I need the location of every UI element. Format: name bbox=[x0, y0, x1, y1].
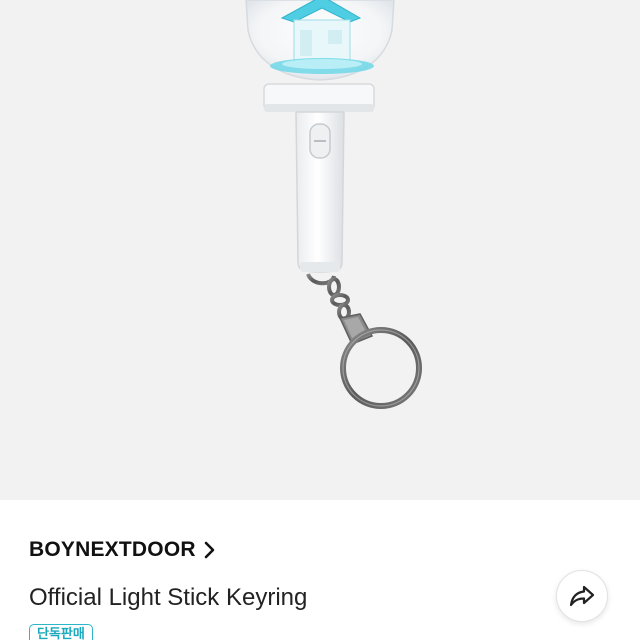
brand-name: BOYNEXTDOOR bbox=[29, 538, 196, 561]
share-button[interactable] bbox=[556, 570, 608, 622]
product-image[interactable] bbox=[0, 0, 640, 500]
brand-link[interactable]: BOYNEXTDOOR bbox=[29, 538, 218, 562]
product-page: BOYNEXTDOOR Official Light Stick Keyring… bbox=[0, 0, 640, 640]
keyring-ring bbox=[340, 327, 422, 409]
light-stick-globe bbox=[245, 0, 395, 81]
chevron-right-icon bbox=[204, 541, 215, 559]
share-icon bbox=[569, 585, 595, 607]
keyring-chain bbox=[306, 273, 351, 321]
light-stick-collar bbox=[263, 83, 375, 112]
light-stick-keyring-illustration bbox=[245, 0, 422, 409]
product-info-panel: BOYNEXTDOOR Official Light Stick Keyring bbox=[0, 500, 640, 640]
product-title: Official Light Stick Keyring bbox=[29, 584, 308, 611]
light-stick-handle bbox=[295, 111, 345, 273]
exclusive-sale-badge: 단독판매 bbox=[29, 624, 93, 640]
